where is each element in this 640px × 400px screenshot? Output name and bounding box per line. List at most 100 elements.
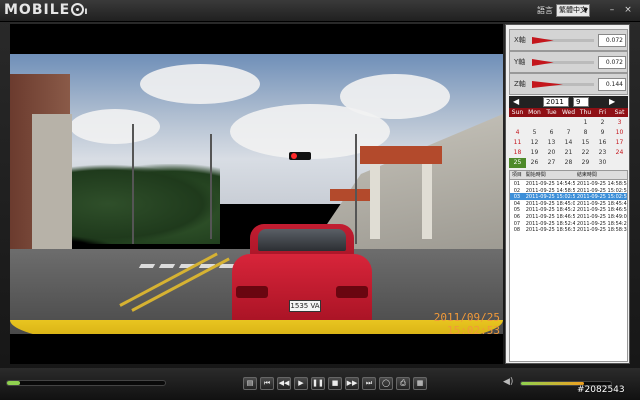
calendar-day[interactable]: 11 (509, 138, 526, 148)
traffic-light (289, 152, 311, 160)
recording-row[interactable]: 05 2011-09-25 18:45:23 2011-09-25 18:46:55 (510, 206, 627, 213)
recording-cell: 02 (513, 187, 521, 194)
play-button[interactable]: ▶ (294, 377, 308, 390)
settings-button[interactable]: ▦ (413, 377, 427, 390)
print-button[interactable]: ⎙ (396, 377, 410, 390)
calendar-day[interactable]: 26 (526, 158, 543, 168)
calendar-day[interactable]: 14 (560, 138, 577, 148)
calendar-day[interactable]: 3 (611, 118, 628, 128)
playback-controls: ▤ ⏮ ◀◀ ▶ ❚❚ ■ ▶▶ ⏭ ◯ ⎙ ▦ ◀) (0, 368, 640, 400)
recording-row[interactable]: 08 2011-09-25 18:56:37 2011-09-25 18:58:37 (510, 226, 627, 233)
recording-cell: 2011-09-25 18:58:37 (576, 227, 627, 233)
calendar-day[interactable]: 9 (594, 128, 611, 138)
recording-cell: 2011-09-25 18:54:20 (576, 220, 627, 227)
license-plate: 1535 VA (289, 300, 321, 312)
recording-row[interactable]: 06 2011-09-25 18:46:56 2011-09-25 18:49:05 (510, 213, 627, 220)
calendar-day[interactable]: 22 (577, 148, 594, 158)
calendar-day[interactable]: 25 (509, 158, 526, 168)
skip-start-button[interactable]: ⏮ (260, 377, 274, 390)
recording-cell: 2011-09-25 18:56:37 (525, 227, 575, 233)
weekday-label: Wed (561, 109, 576, 116)
year-select[interactable]: 2011 (543, 97, 569, 107)
language-select[interactable]: 繁體中文 ▼ (556, 4, 590, 17)
weekday-label: Tue (546, 109, 557, 116)
video-timestamp: 2011/09/25 15:02:53 (433, 311, 500, 334)
calendar-day[interactable]: 30 (594, 158, 611, 168)
month-select[interactable]: 9 (573, 97, 589, 107)
calendar-day[interactable]: 15 (577, 138, 594, 148)
recording-row[interactable]: 02 2011-09-25 14:58:54 2011-09-25 15:02:50 (510, 187, 627, 194)
recording-cell: 07 (513, 220, 521, 227)
recording-row[interactable]: 04 2011-09-25 18:45:08 2011-09-25 18:45:47 (510, 200, 627, 207)
fast-forward-button[interactable]: ▶▶ (345, 377, 359, 390)
calendar-week: 123 (509, 118, 628, 128)
calendar-day[interactable]: 4 (509, 128, 526, 138)
recording-list-header: 項目 開始時間 結束時間 (510, 171, 627, 180)
recording-cell: 2011-09-25 14:54:57 (525, 181, 575, 187)
calendar-weekdays: Sun Mon Tue Wed Thu Fri Sat (509, 108, 628, 117)
rewind-button[interactable]: ◀◀ (277, 377, 291, 390)
open-folder-button[interactable]: ▤ (243, 377, 257, 390)
language-label: 語言 (537, 6, 553, 15)
logo-ring-icon (71, 3, 85, 16)
calendar-day (611, 158, 628, 168)
close-button[interactable]: × (622, 4, 634, 16)
calendar-day[interactable]: 23 (594, 148, 611, 158)
calendar-day[interactable]: 2 (594, 118, 611, 128)
calendar-header: ◀ 2011 9 ▶ (509, 96, 628, 108)
video-frame: 1535 VA 2011/09/25 15:02:53 (10, 54, 503, 334)
video-display[interactable]: 1535 VA 2011/09/25 15:02:53 (10, 24, 503, 364)
weekday-label: Mon (528, 109, 541, 116)
calendar-day[interactable]: 7 (560, 128, 577, 138)
calendar-day[interactable]: 8 (577, 128, 594, 138)
calendar-week: 11 12 13 14 15 16 17 (509, 138, 628, 148)
calendar-day[interactable]: 12 (526, 138, 543, 148)
recording-cell: 2011-09-25 18:46:56 (525, 213, 575, 220)
skip-end-button[interactable]: ⏭ (362, 377, 376, 390)
calendar-day[interactable]: 6 (543, 128, 560, 138)
calendar-day (543, 118, 560, 128)
calendar-day[interactable]: 24 (611, 148, 628, 158)
calendar-day[interactable]: 16 (594, 138, 611, 148)
calendar-week: 4 5 6 7 8 9 10 (509, 128, 628, 138)
weekday-label: Sun (511, 109, 524, 116)
recording-cell: 2011-09-25 14:58:53 (576, 181, 627, 187)
recording-row[interactable]: 03 2011-09-25 15:02:50 2011-09-25 15:02:51 (510, 193, 627, 200)
calendar-day[interactable]: 1 (577, 118, 594, 128)
calendar-day[interactable]: 29 (577, 158, 594, 168)
calendar-day (560, 118, 577, 128)
calendar-next-button[interactable]: ▶ (609, 96, 615, 108)
calendar-day[interactable]: 13 (543, 138, 560, 148)
calendar-day[interactable]: 18 (509, 148, 526, 158)
calendar-day (509, 118, 526, 128)
calendar-day[interactable]: 5 (526, 128, 543, 138)
recording-cell: 2011-09-25 14:58:54 (525, 187, 575, 194)
calendar-day[interactable]: 20 (543, 148, 560, 158)
weekday-label: Sat (614, 109, 625, 116)
seek-bar[interactable] (6, 380, 166, 386)
recording-cell: 2011-09-25 18:45:47 (576, 200, 627, 207)
recording-cell: 01 (513, 181, 521, 187)
gsensor-z: Z軸 0.144 (509, 73, 628, 95)
calendar-day[interactable]: 27 (543, 158, 560, 168)
calendar-day[interactable]: 17 (611, 138, 628, 148)
calendar-day[interactable]: 21 (560, 148, 577, 158)
calendar-prev-button[interactable]: ◀ (513, 96, 519, 108)
calendar-week: 18 19 20 21 22 23 24 (509, 148, 628, 158)
repeat-button[interactable]: ◯ (379, 377, 393, 390)
chevron-down-icon: ▼ (583, 7, 588, 14)
calendar-grid: 1 2 3 4 5 6 7 8 9 10 11 12 13 14 15 16 17 18 19 20 21 22 23 24 2… (509, 118, 628, 168)
minimize-button[interactable]: – (606, 4, 618, 16)
pause-button[interactable]: ❚❚ (311, 377, 325, 390)
recording-cell: 2011-09-25 15:02:50 (576, 187, 627, 194)
recording-row[interactable]: 07 2011-09-25 18:52:43 2011-09-25 18:54:20 (510, 220, 627, 227)
recording-cell: 2011-09-25 18:45:23 (525, 207, 575, 213)
stop-button[interactable]: ■ (328, 377, 342, 390)
dashcam-player-window: MOBILE ı 語言 繁體中文 ▼ – × 1535 VA 2011/09/2… (0, 0, 640, 400)
recording-row[interactable]: 01 2011-09-25 14:54:57 2011-09-25 14:58:53 (510, 180, 627, 187)
recording-cell: 2011-09-25 15:02:50 (525, 194, 575, 200)
recording-list: 項目 開始時間 結束時間 01 2011-09-25 14:54:57 2011-0… (509, 170, 628, 362)
calendar-day[interactable]: 10 (611, 128, 628, 138)
calendar-day[interactable]: 28 (560, 158, 577, 168)
calendar-day[interactable]: 19 (526, 148, 543, 158)
